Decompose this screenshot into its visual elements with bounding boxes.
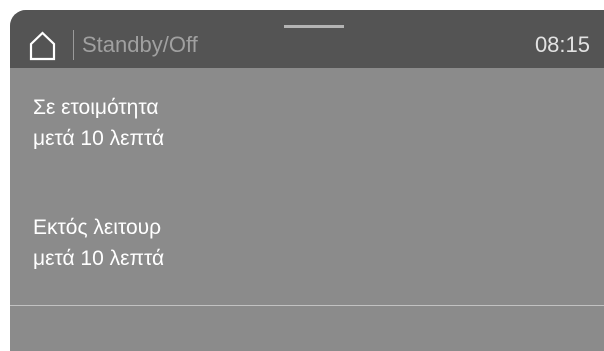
- home-icon[interactable]: [29, 31, 56, 61]
- header-divider: [73, 30, 74, 60]
- option-standby-label: Σε ετοιμότητα: [33, 96, 159, 119]
- drag-handle[interactable]: [284, 25, 344, 28]
- option-standby-value: μετά 10 λεπτά: [33, 127, 165, 150]
- option-standby[interactable]: Σε ετοιμότητα μετά 10 λεπτά: [33, 92, 164, 154]
- header-bar: Standby/Off 08:15: [10, 10, 604, 68]
- option-off[interactable]: Εκτός λειτουρ μετά 10 λεπτά: [33, 212, 164, 274]
- display-screen: Standby/Off 08:15 Σε ετοιμότητα μετά 10 …: [10, 10, 604, 351]
- clock-time: 08:15: [534, 32, 590, 57]
- page-title: Standby/Off: [82, 32, 198, 57]
- option-off-label: Εκτός λειτουρ: [33, 216, 162, 239]
- bottom-divider: [10, 305, 604, 306]
- option-off-value: μετά 10 λεπτά: [33, 247, 165, 270]
